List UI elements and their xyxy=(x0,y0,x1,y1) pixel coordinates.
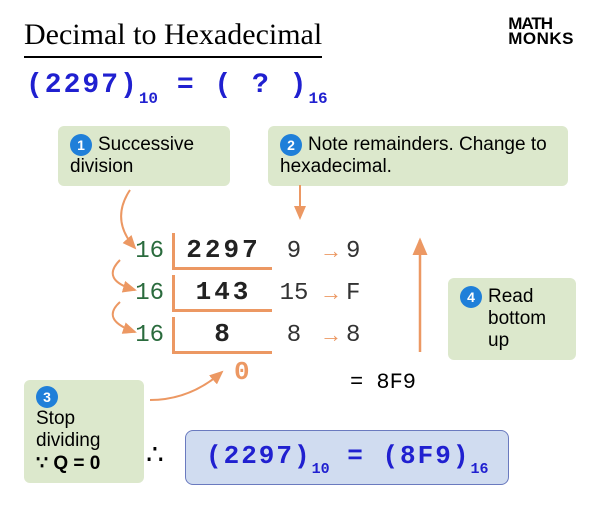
dividend-0: 2297 xyxy=(172,233,272,270)
step-3-box: 3 Stop dividing ∵ Q = 0 xyxy=(24,380,144,483)
dividend-2: 8 xyxy=(172,317,272,354)
step-3-line3: ∵ Q = 0 xyxy=(36,452,132,475)
quotient-zero: 0 xyxy=(234,357,250,387)
final-mid: = (8F9) xyxy=(330,441,471,471)
divisor-2: 16 xyxy=(130,322,172,349)
hex-1: F xyxy=(346,280,370,307)
dividend-1: 143 xyxy=(172,275,272,312)
eq-mid: = ( ? ) xyxy=(158,70,308,101)
page-title: Decimal to Hexadecimal xyxy=(24,18,322,58)
final-rbase: 16 xyxy=(470,461,488,478)
final-lbase: 10 xyxy=(312,461,330,478)
remainder-2: 8 xyxy=(272,322,316,349)
eq-lhs: (2297) xyxy=(26,70,139,101)
step-2-num: 2 xyxy=(280,134,302,156)
remainder-0: 9 xyxy=(272,238,316,265)
step-4-box: 4 Read bottom up xyxy=(448,278,576,360)
step-2-text: Note remainders. Change to hexadecimal. xyxy=(280,134,547,177)
final-answer: (2297)10 = (8F9)16 xyxy=(185,430,509,485)
arrow-icon: → xyxy=(316,280,346,306)
div-row-1: 16 143 15 → F xyxy=(130,272,370,314)
hex-0: 9 xyxy=(346,238,370,265)
step-3-num: 3 xyxy=(36,386,58,408)
arrow-icon: → xyxy=(316,322,346,348)
div-row-2: 16 8 8 → 8 xyxy=(130,314,370,356)
remainder-1: 15 xyxy=(272,280,316,307)
eq-rbase: 16 xyxy=(308,90,327,108)
div-row-0: 16 2297 9 → 9 xyxy=(130,230,370,272)
step-1-box: 1Successive division xyxy=(58,126,230,186)
logo-line2: MONKS xyxy=(508,31,574,46)
division-table: 16 2297 9 → 9 16 143 15 → F 16 8 8 → 8 xyxy=(130,230,370,356)
step-2-box: 2Note remainders. Change to hexadecimal. xyxy=(268,126,568,186)
problem-equation: (2297)10 = ( ? )16 xyxy=(26,70,328,104)
divisor-1: 16 xyxy=(130,280,172,307)
eq-lbase: 10 xyxy=(139,90,158,108)
logo: MATH MONKS xyxy=(508,16,574,47)
step-3-line2: dividing xyxy=(36,430,132,452)
final-lhs: (2297) xyxy=(206,441,312,471)
hex-2: 8 xyxy=(346,322,370,349)
step-1-num: 1 xyxy=(70,134,92,156)
step-4-line2: bottom up xyxy=(460,308,564,352)
step-4-num: 4 xyxy=(460,286,482,308)
step-4-line1: Read xyxy=(488,286,533,307)
result-small: = 8F9 xyxy=(350,370,416,395)
therefore-symbol: ∴ xyxy=(146,438,164,472)
divisor-0: 16 xyxy=(130,238,172,265)
step-3-line1: Stop xyxy=(36,408,132,430)
arrow-icon: → xyxy=(316,238,346,264)
